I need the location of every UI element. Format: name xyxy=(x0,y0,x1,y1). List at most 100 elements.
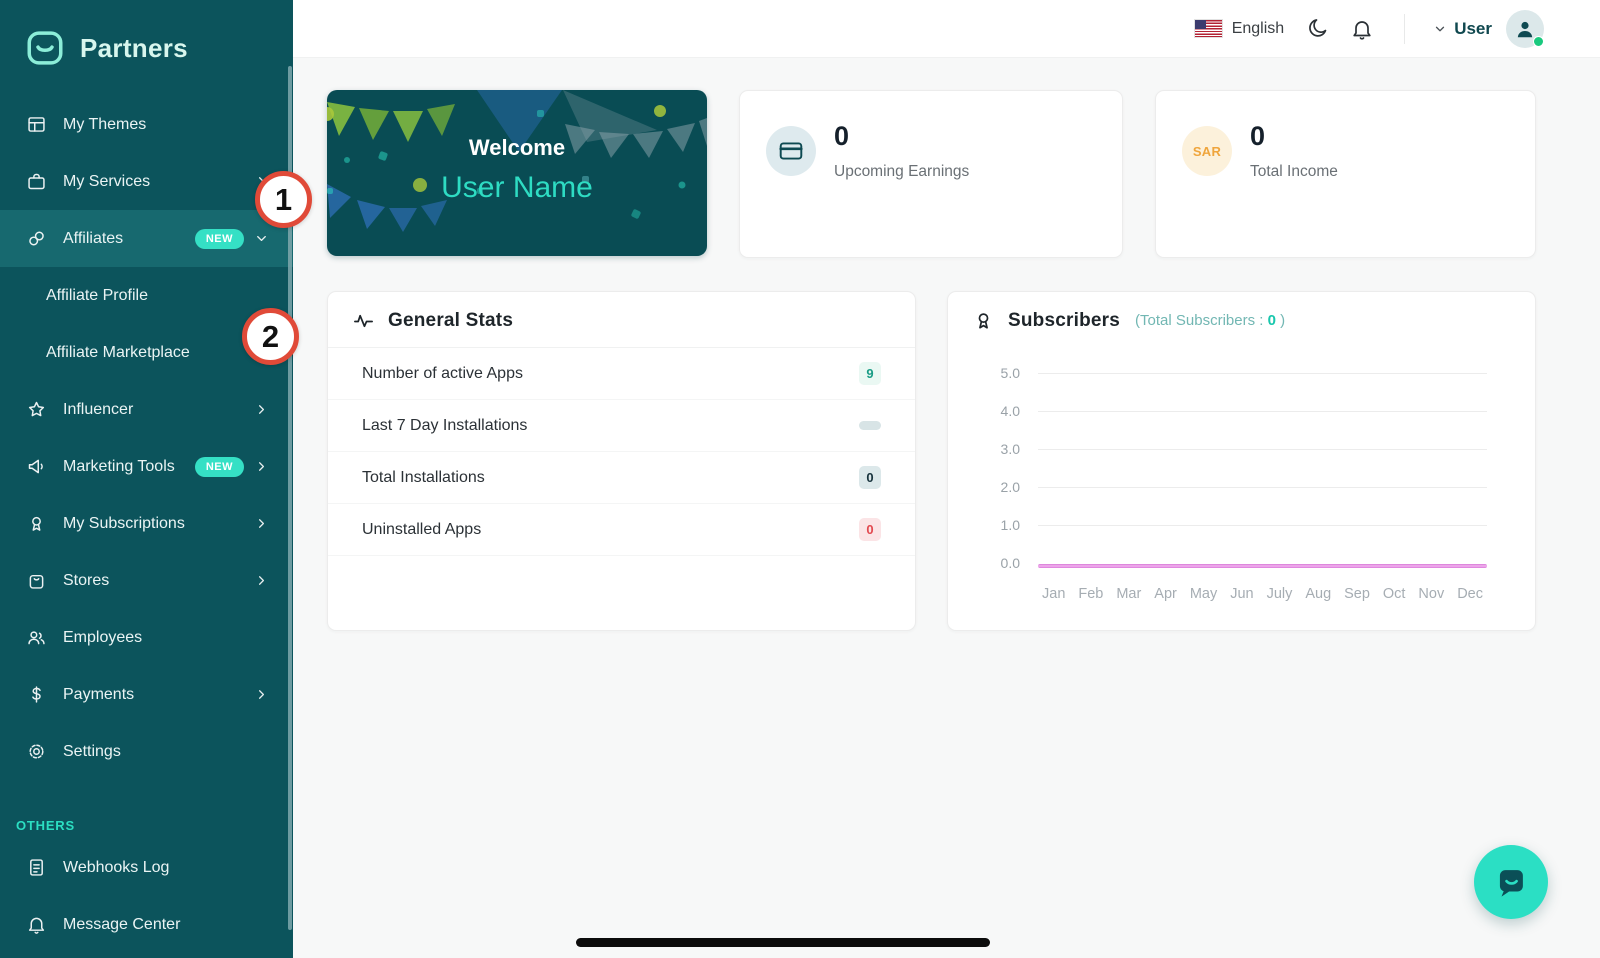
upcoming-earnings-card: 0 Upcoming Earnings xyxy=(739,90,1123,258)
gear-icon xyxy=(29,744,44,759)
brand-logo[interactable]: Partners xyxy=(0,0,293,96)
home-indicator-bar[interactable] xyxy=(576,938,990,947)
stat-row-total-installations: Total Installations 0 xyxy=(328,452,915,504)
earnings-value: 0 xyxy=(834,121,850,151)
sidebar-item-message-center[interactable]: Message Center xyxy=(0,896,293,953)
user-menu[interactable]: User xyxy=(1433,19,1492,39)
x-axis-labels: Jan Feb Mar Apr May Jun July Aug Sep Oct… xyxy=(1038,586,1487,602)
sidebar-item-employees[interactable]: Employees xyxy=(0,609,293,666)
chevron-right-icon xyxy=(259,405,264,414)
chevron-right-icon xyxy=(259,576,264,585)
sar-currency-label: SAR xyxy=(1192,143,1222,159)
stat-row-uninstalled-apps: Uninstalled Apps 0 xyxy=(328,504,915,556)
medal-icon xyxy=(978,313,989,329)
brand-name: Partners xyxy=(80,32,188,63)
income-value: 0 xyxy=(1250,121,1266,151)
sidebar-item-payments[interactable]: Payments xyxy=(0,666,293,723)
main-content: Welcome User Name 0 Upcoming Earnings SA… xyxy=(293,58,1600,958)
stat-row-label: Uninstalled Apps xyxy=(362,520,482,538)
sidebar-item-settings[interactable]: Settings xyxy=(0,723,293,780)
total-subscribers-value: 0 xyxy=(1267,312,1276,329)
language-label: English xyxy=(1231,19,1285,37)
sidebar-item-label: Affiliates xyxy=(63,229,124,247)
sidebar-item-influencer[interactable]: Influencer xyxy=(0,381,293,438)
people-icon xyxy=(28,631,45,645)
sidebar-item-label: My Themes xyxy=(63,115,147,133)
stat-row-active-apps: Number of active Apps 9 xyxy=(328,348,915,400)
earnings-label: Upcoming Earnings xyxy=(834,163,970,180)
welcome-user-name: User Name xyxy=(441,171,593,204)
annotation-step-2: 2 xyxy=(242,308,299,365)
x-tick: Jun xyxy=(1230,586,1254,602)
dark-mode-moon-icon[interactable] xyxy=(1306,17,1330,41)
stat-row-value-badge: 0 xyxy=(859,466,881,489)
chevron-down-icon xyxy=(1436,26,1445,31)
gridline-row: 3.0 xyxy=(988,440,1487,458)
x-tick: Mar xyxy=(1116,586,1142,602)
y-tick: 3.0 xyxy=(1000,441,1020,457)
sidebar-item-stores[interactable]: Stores xyxy=(0,552,293,609)
top-cards-row: Welcome User Name 0 Upcoming Earnings SA… xyxy=(327,90,1536,258)
sidebar-item-webhooks-log[interactable]: Webhooks Log xyxy=(0,839,293,896)
general-stats-title: General Stats xyxy=(388,309,514,331)
sidebar-item-marketing-tools[interactable]: Marketing Tools NEW xyxy=(0,438,293,495)
document-icon xyxy=(30,859,43,876)
total-subscribers-suffix: ) xyxy=(1280,312,1286,329)
avatar[interactable] xyxy=(1506,9,1544,48)
zero-line-row: 0.0 xyxy=(988,554,1487,572)
x-tick: Oct xyxy=(1382,586,1406,602)
total-income-card: SAR 0 Total Income xyxy=(1155,90,1536,258)
x-tick: July xyxy=(1266,586,1293,602)
y-tick: 5.0 xyxy=(1000,365,1020,381)
income-icon-circle: SAR xyxy=(1182,126,1232,176)
megaphone-icon xyxy=(28,459,43,474)
stat-row-value-badge: 0 xyxy=(859,518,881,541)
x-tick: Jan xyxy=(1042,586,1066,602)
sidebar-item-my-subscriptions[interactable]: My Subscriptions xyxy=(0,495,293,552)
stat-row-last7-installations: Last 7 Day Installations xyxy=(328,400,915,452)
gridline-row: 2.0 xyxy=(988,478,1487,496)
gridline xyxy=(1038,524,1487,526)
y-tick: 1.0 xyxy=(1000,517,1020,533)
subscribers-series-line xyxy=(1038,564,1487,568)
bell-icon xyxy=(28,917,45,934)
gridline xyxy=(1038,448,1487,450)
sidebar-item-label: My Services xyxy=(63,172,151,190)
stat-row-label: Number of active Apps xyxy=(362,364,523,382)
language-selector[interactable]: English xyxy=(1194,19,1306,38)
star-icon xyxy=(28,401,45,417)
sidebar-item-label: My Subscriptions xyxy=(63,514,185,532)
income-label: Total Income xyxy=(1250,163,1338,180)
stat-row-label: Last 7 Day Installations xyxy=(362,416,528,434)
sidebar-item-affiliate-profile[interactable]: Affiliate Profile xyxy=(0,267,293,324)
sidebar-item-affiliates[interactable]: Affiliates NEW xyxy=(0,210,293,267)
us-flag-icon xyxy=(1194,20,1222,37)
annotation-step-1: 1 xyxy=(255,171,312,228)
x-tick: Dec xyxy=(1457,586,1483,602)
themes-icon xyxy=(28,117,45,132)
user-name-label: User xyxy=(1454,18,1492,38)
gridline xyxy=(1038,486,1487,488)
sidebar-item-label: Influencer xyxy=(63,400,134,418)
general-stats-panel: General Stats Number of active Apps 9 La… xyxy=(327,291,916,631)
new-badge: NEW xyxy=(194,456,244,477)
x-tick: Apr xyxy=(1154,586,1177,602)
salla-bag-icon xyxy=(27,31,63,65)
stat-row-label: Total Installations xyxy=(362,468,485,486)
x-tick: Aug xyxy=(1305,586,1332,602)
sidebar-item-label: Webhooks Log xyxy=(63,858,170,876)
total-subscribers-text: (Total Subscribers : 0 ) xyxy=(1135,312,1285,329)
gridline-row: 5.0 xyxy=(988,364,1487,382)
sidebar-item-label: Marketing Tools xyxy=(63,457,175,475)
earnings-icon-circle xyxy=(766,126,816,176)
sidebar-item-my-services[interactable]: My Services xyxy=(0,153,293,210)
sidebar-item-label: Stores xyxy=(63,571,110,589)
online-status-dot xyxy=(1533,35,1544,47)
notifications-bell-icon[interactable] xyxy=(1350,17,1374,41)
welcome-title: Welcome xyxy=(468,135,566,160)
x-tick: May xyxy=(1189,586,1218,602)
chat-support-button[interactable] xyxy=(1474,845,1548,919)
subscribers-chart: 5.0 4.0 3.0 2.0 1.0 0.0 Jan Feb Mar Apr … xyxy=(988,364,1487,614)
sidebar-item-label: Message Center xyxy=(63,915,181,933)
sidebar-item-my-themes[interactable]: My Themes xyxy=(0,96,293,153)
